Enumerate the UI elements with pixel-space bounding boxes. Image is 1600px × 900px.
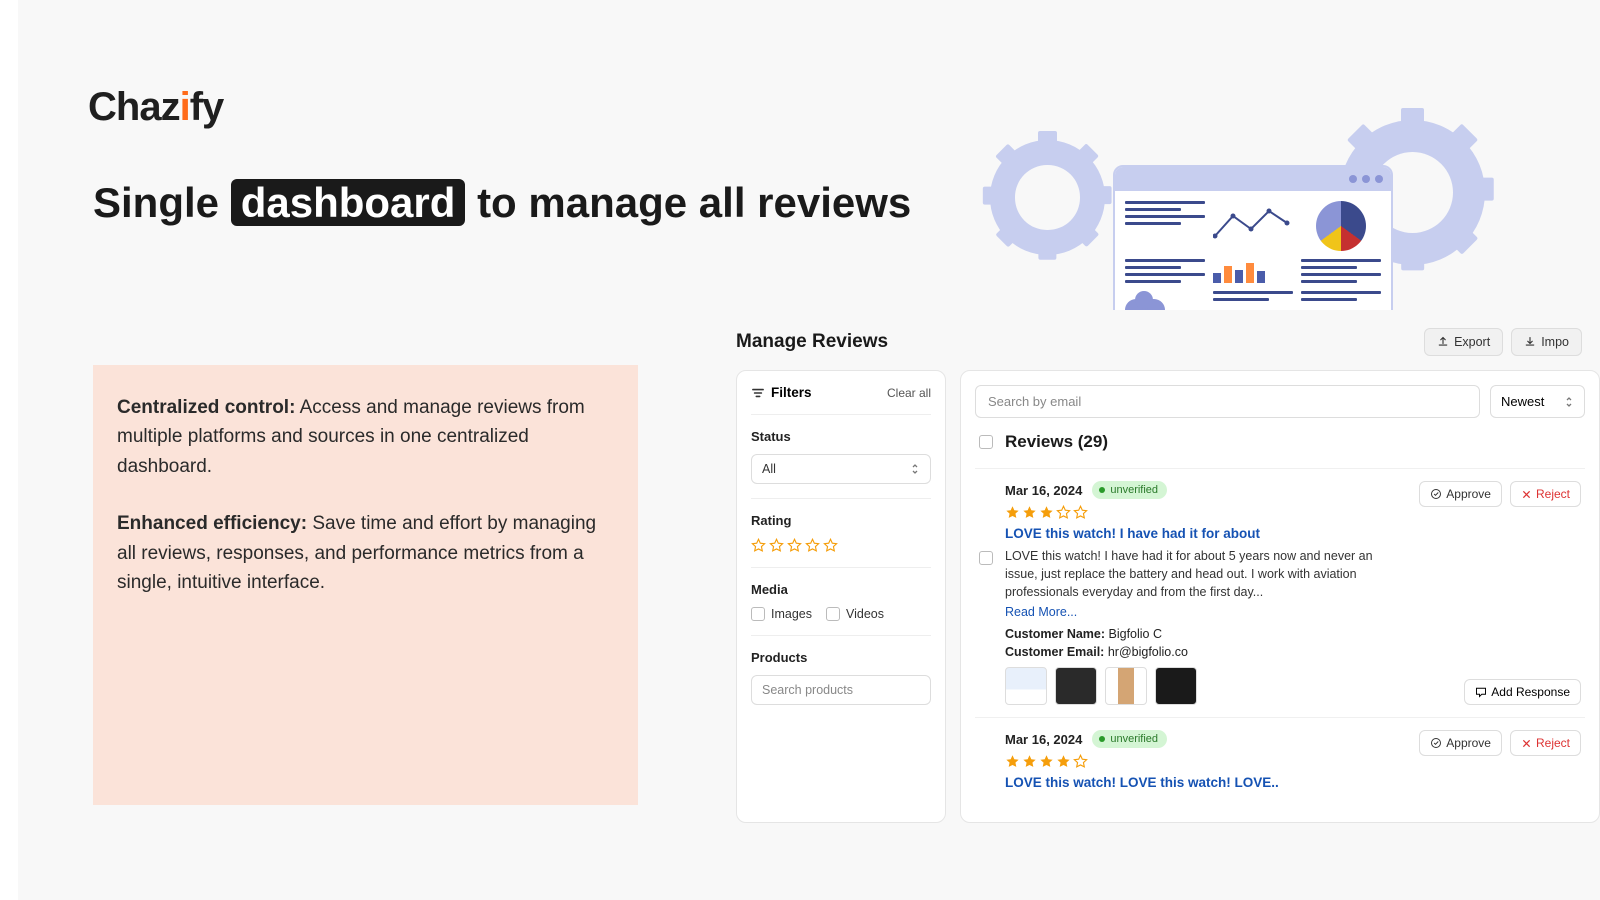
- add-response-button[interactable]: Add Response: [1464, 679, 1581, 705]
- chevron-updown-icon: [1564, 395, 1574, 409]
- images-label: Images: [771, 607, 812, 621]
- reject-button[interactable]: Reject: [1510, 481, 1581, 507]
- videos-label: Videos: [846, 607, 884, 621]
- rating-label: Rating: [751, 513, 931, 528]
- x-icon: [1521, 738, 1532, 749]
- attachment-thumb[interactable]: [1005, 667, 1047, 705]
- review-item: Mar 16, 2024 unverified LOVE this watch!…: [975, 468, 1585, 717]
- review-checkbox[interactable]: [979, 551, 993, 565]
- review-title[interactable]: LOVE this watch! LOVE this watch! LOVE..: [1005, 775, 1407, 790]
- approve-button[interactable]: Approve: [1419, 730, 1502, 756]
- gear-icon: [990, 140, 1105, 255]
- chevron-updown-icon: [910, 462, 920, 476]
- status-badge: unverified: [1092, 730, 1167, 748]
- dashboard-panel: Manage Reviews Export Impo Filters: [718, 310, 1600, 900]
- sort-select[interactable]: Newest: [1490, 385, 1585, 418]
- message-icon: [1475, 686, 1487, 698]
- status-label: Status: [751, 429, 931, 444]
- review-date: Mar 16, 2024: [1005, 732, 1082, 747]
- star-icon: [805, 538, 820, 553]
- status-select[interactable]: All: [751, 454, 931, 484]
- media-label: Media: [751, 582, 931, 597]
- filters-panel: Filters Clear all Status All Rating: [736, 370, 946, 823]
- review-date: Mar 16, 2024: [1005, 483, 1082, 498]
- products-search-input[interactable]: Search products: [751, 675, 931, 705]
- review-rating: [1005, 754, 1407, 769]
- attachment-thumb[interactable]: [1055, 667, 1097, 705]
- review-item: Mar 16, 2024 unverified LOVE this watch!…: [975, 717, 1585, 808]
- attachment-thumb[interactable]: [1105, 667, 1147, 705]
- reviews-panel: Search by email Newest Reviews (29) Mar …: [960, 370, 1600, 823]
- headline: Single dashboard to manage all reviews: [93, 175, 911, 232]
- reviews-count-label: Reviews (29): [1005, 432, 1108, 452]
- status-badge: unverified: [1092, 481, 1167, 499]
- search-input[interactable]: Search by email: [975, 385, 1480, 418]
- export-button[interactable]: Export: [1424, 328, 1503, 356]
- check-circle-icon: [1430, 737, 1442, 749]
- clear-all-button[interactable]: Clear all: [887, 386, 931, 400]
- marketing-copy: Centralized control: Access and manage r…: [93, 365, 638, 805]
- attachment-thumb[interactable]: [1155, 667, 1197, 705]
- upload-icon: [1437, 336, 1449, 348]
- import-button[interactable]: Impo: [1511, 328, 1582, 356]
- x-icon: [1521, 489, 1532, 500]
- select-all-checkbox[interactable]: [979, 435, 993, 449]
- review-title[interactable]: LOVE this watch! I have had it for about: [1005, 526, 1407, 541]
- review-rating: [1005, 505, 1407, 520]
- review-attachments: [1005, 667, 1407, 705]
- page-title: Manage Reviews: [736, 331, 888, 353]
- brand-logo: Chazify: [88, 85, 223, 130]
- download-icon: [1524, 336, 1536, 348]
- approve-button[interactable]: Approve: [1419, 481, 1502, 507]
- star-icon: [769, 538, 784, 553]
- images-checkbox[interactable]: [751, 607, 765, 621]
- read-more-link[interactable]: Read More...: [1005, 605, 1077, 619]
- rating-filter[interactable]: [751, 538, 931, 553]
- star-icon: [751, 538, 766, 553]
- check-circle-icon: [1430, 488, 1442, 500]
- star-icon: [787, 538, 802, 553]
- reject-button[interactable]: Reject: [1510, 730, 1581, 756]
- products-label: Products: [751, 650, 931, 665]
- filter-icon: [751, 387, 765, 399]
- filters-label: Filters: [751, 385, 812, 400]
- videos-checkbox[interactable]: [826, 607, 840, 621]
- review-body: LOVE this watch! I have had it for about…: [1005, 547, 1407, 601]
- star-icon: [823, 538, 838, 553]
